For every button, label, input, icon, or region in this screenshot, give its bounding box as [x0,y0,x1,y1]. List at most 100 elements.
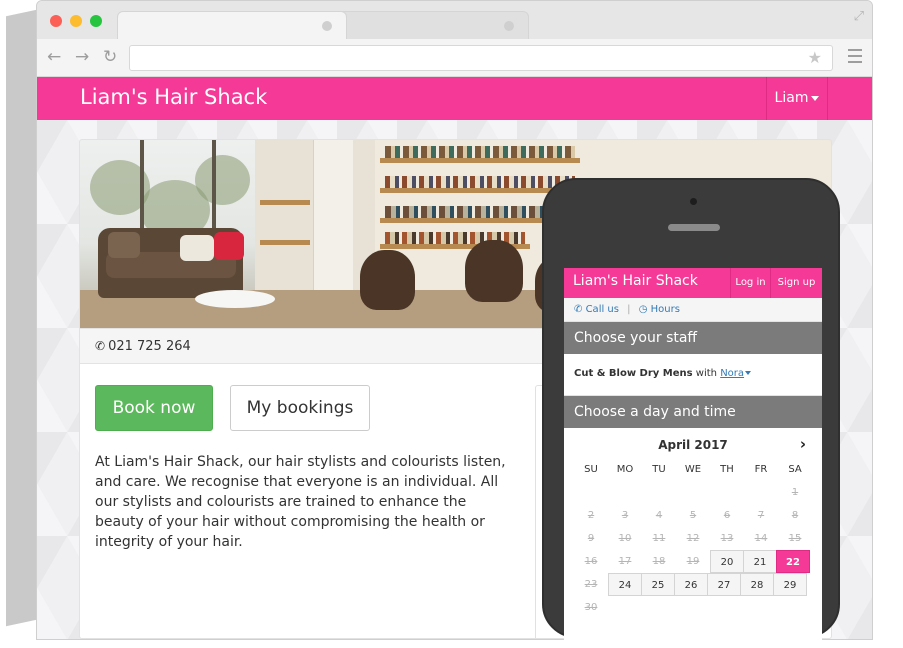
weekday-label: TH [720,464,734,475]
calendar-day[interactable]: 20 [710,550,744,573]
calendar-empty-cell [778,596,812,619]
book-now-button[interactable]: Book now [95,385,213,431]
staff-dropdown[interactable]: Nora [720,368,744,379]
calendar-week-row: 16 17 18 19 20 21 22 [574,550,812,573]
choose-staff-heading: Choose your staff [564,322,822,354]
clock-icon: ◷ [638,304,648,315]
forward-icon[interactable]: → [75,47,89,67]
hours-link[interactable]: Hours [651,304,680,315]
caret-down-icon [811,95,820,101]
calendar-empty-cell [676,481,710,504]
calendar-day: 13 [720,533,734,544]
calendar-empty-cell [710,596,744,619]
calendar-day: 17 [618,556,632,567]
weekday-label: WE [684,464,702,475]
calendar-week-row: 23 24 25 26 27 28 29 [574,573,812,596]
calendar-day: 11 [652,533,666,544]
minimize-window-button[interactable] [70,15,82,27]
phone-camera [690,198,697,205]
maximize-window-button[interactable] [90,15,102,27]
calendar-day: 10 [618,533,632,544]
expand-icon[interactable]: ⤢ [854,9,864,24]
calendar-day[interactable]: 27 [707,573,741,596]
site-brand[interactable]: Liam's Hair Shack [80,85,267,109]
reload-icon[interactable]: ↻ [103,47,117,67]
browser-tab-2[interactable] [329,11,529,39]
calendar-empty-cell [642,481,676,504]
calendar-empty-cell [574,481,608,504]
close-icon[interactable] [504,21,514,31]
weekday-label: MO [616,464,634,475]
calendar-day[interactable]: 24 [608,573,642,596]
calendar-empty-cell [676,596,710,619]
calendar-grid: SU MO TU WE TH FR SA 1 2 3 4 5 6 7 8 9 10 11 12 13 14 15 16 17 1… [574,458,812,619]
close-window-button[interactable] [50,15,62,27]
calendar-empty-cell [744,481,778,504]
calendar-day: 23 [584,579,598,590]
address-bar[interactable]: ★ [129,45,833,71]
calendar-day: 16 [584,556,598,567]
caret-down-icon[interactable] [745,371,752,375]
service-row: Cut & Blow Dry Mens with Nora [564,354,822,396]
login-link[interactable]: Log in [730,268,770,298]
choose-day-heading: Choose a day and time [564,396,822,428]
calendar-day[interactable]: 21 [743,550,777,573]
calendar-day: 8 [791,510,799,521]
with-label: with [695,368,718,379]
mobile-contact-bar: ✆ Call us | ◷ Hours [564,298,822,322]
user-menu-label: Liam [774,90,809,106]
star-icon[interactable]: ★ [808,48,822,67]
phone-mockup: Liam's Hair Shack Log in Sign up ✆ Call … [542,178,840,648]
calendar-day: 9 [587,533,595,544]
site-navbar: Liam's Hair Shack Liam [37,77,872,120]
calendar-week-row: 30 [574,596,812,619]
calendar-day[interactable]: 25 [641,573,675,596]
weekday-label: SU [584,464,598,475]
calendar-day: 15 [788,533,802,544]
separator: | [627,304,631,315]
calendar-day: 7 [757,510,765,521]
mobile-brand[interactable]: Liam's Hair Shack [573,273,698,289]
calendar-day[interactable]: 26 [674,573,708,596]
calendar-day: 12 [686,533,700,544]
calendar-day: 30 [584,602,598,613]
calendar-day: 3 [621,510,629,521]
call-us-link[interactable]: Call us [586,304,619,315]
calendar-day: 2 [587,510,595,521]
calendar-day: 14 [754,533,768,544]
menu-icon[interactable] [848,49,862,67]
calendar-month: April 2017 [658,438,728,452]
about-text: At Liam's Hair Shack, our hair stylists … [95,454,506,550]
title-bar: ⤢ [37,1,872,39]
mobile-navbar: Liam's Hair Shack Log in Sign up [564,268,822,298]
calendar-week-row: 1 [574,481,812,504]
signup-link[interactable]: Sign up [770,268,822,298]
phone-screen: Liam's Hair Shack Log in Sign up ✆ Call … [564,268,822,648]
back-icon[interactable]: ← [47,47,61,67]
calendar-empty-cell [744,596,778,619]
calendar-week-row: 9 10 11 12 13 14 15 [574,527,812,550]
weekday-label: FR [754,464,768,475]
my-bookings-button[interactable]: My bookings [230,385,370,431]
browser-tab-1[interactable] [117,11,347,39]
phone-number[interactable]: 021 725 264 [108,339,191,354]
user-menu[interactable]: Liam [766,77,828,120]
calendar-day: 1 [791,487,799,498]
service-name: Cut & Blow Dry Mens [574,368,693,379]
calendar-day: 4 [655,510,663,521]
calendar-day[interactable]: 29 [773,573,807,596]
calendar-empty-cell [710,481,744,504]
calendar-day[interactable]: 28 [740,573,774,596]
phone-icon: ✆ [95,339,106,353]
browser-toolbar: ← → ↻ ★ [37,39,872,77]
calendar-empty-cell [608,481,642,504]
calendar-weekday-row: SU MO TU WE TH FR SA [574,458,812,481]
phone-speaker [668,224,720,231]
calendar-day: 6 [723,510,731,521]
calendar-day[interactable]: 22 [776,550,810,573]
weekday-label: TU [652,464,666,475]
calendar-day: 5 [689,510,697,521]
close-icon[interactable] [322,21,332,31]
chevron-right-icon[interactable]: › [800,435,806,453]
calendar-empty-cell [642,596,676,619]
